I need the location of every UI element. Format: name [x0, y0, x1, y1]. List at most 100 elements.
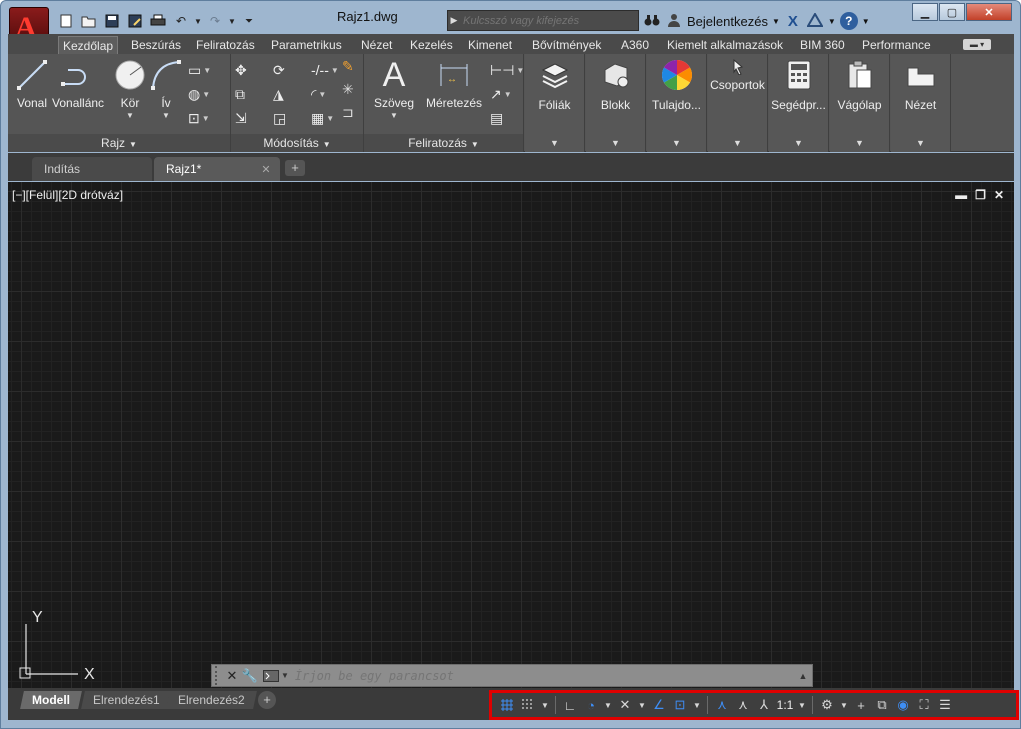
close-icon[interactable]: ✕ [261, 164, 270, 176]
block-panel[interactable]: Blokk ▼ [586, 54, 646, 152]
annotation-scale-icon[interactable]: ⅄ [755, 695, 773, 715]
chevron-down-icon[interactable]: ▼ [390, 111, 398, 120]
viewport-controls-label[interactable]: [−][Felül][2D drótváz] [12, 188, 123, 202]
file-tab-start[interactable]: Indítás [32, 157, 152, 181]
line-tool[interactable]: Vonal [14, 56, 50, 110]
scale-icon[interactable]: ◲ [273, 106, 311, 130]
ribbon-minimize-icon[interactable]: ▬ ▾ [963, 39, 991, 50]
tab-kiemelt-alkalmazasok[interactable]: Kiemelt alkalmazások [663, 36, 787, 54]
chevron-down-icon[interactable]: ▼ [839, 695, 849, 715]
customize-icon[interactable]: ⏷ [239, 12, 259, 30]
undo-dropdown-icon[interactable]: ▼ [194, 12, 202, 30]
tab-parametrikus[interactable]: Parametrikus [267, 36, 346, 54]
tab-a360[interactable]: A360 [617, 36, 653, 54]
drawing-canvas[interactable]: [−][Felül][2D drótváz] ▬ ❐ ✕ Y X [8, 182, 1014, 688]
chevron-down-icon[interactable]: ▼ [828, 17, 836, 26]
annotation-visibility-icon[interactable]: ⋏ [713, 695, 731, 715]
hatch-icon[interactable]: ◍ ▼ [188, 82, 228, 106]
offset-icon[interactable]: ⊐ [342, 104, 354, 121]
add-layout-button[interactable]: + [258, 691, 276, 709]
command-input[interactable] [288, 666, 794, 685]
command-prompt-icon[interactable]: ▼ [263, 669, 289, 682]
stretch-icon[interactable]: ⇲ [235, 106, 273, 130]
file-tab-current[interactable]: Rajz1* ✕ [154, 157, 280, 181]
mirror-icon[interactable]: ◮ [273, 82, 311, 106]
chevron-down-icon[interactable]: ▼ [162, 111, 170, 120]
close-icon[interactable]: ✕ [223, 668, 241, 684]
rectangle-icon[interactable]: ▭ ▼ [188, 58, 228, 82]
move-icon[interactable]: ✥ [235, 58, 273, 82]
menu-icon[interactable]: ☰ [936, 695, 954, 715]
layout-tab-2[interactable]: Elrendezés2 [166, 691, 257, 709]
tab-kezdolap[interactable]: Kezdőlap [58, 36, 119, 54]
arc-tool[interactable]: Ív ▼ [148, 56, 184, 120]
tab-beszuras[interactable]: Beszúrás [127, 36, 185, 54]
new-icon[interactable] [56, 12, 76, 30]
chevron-down-icon[interactable]: ▼ [797, 695, 807, 715]
maximize-button[interactable]: ▢ [939, 3, 965, 21]
chevron-down-icon[interactable]: ▼ [692, 695, 702, 715]
save-icon[interactable] [102, 12, 122, 30]
search-input[interactable] [460, 11, 638, 30]
binoculars-icon[interactable] [643, 13, 661, 30]
polyline-tool[interactable]: Vonallánc [52, 56, 104, 110]
chevron-down-icon[interactable]: ▼ [637, 695, 647, 715]
chevron-down-icon[interactable]: ▼ [126, 111, 134, 120]
autodesk-360-icon[interactable] [806, 11, 824, 30]
leader-icon[interactable]: ↗ ▼ [490, 82, 524, 106]
exchange-apps-icon[interactable]: X [784, 13, 802, 30]
isodraft-icon[interactable]: ✕ [616, 695, 634, 715]
linear-dim-icon[interactable]: ⊢⊣ ▼ [490, 58, 524, 82]
tab-bovitmenyek[interactable]: Bővítmények [528, 36, 605, 54]
saveas-icon[interactable] [125, 12, 145, 30]
close-icon[interactable]: ✕ [994, 188, 1004, 202]
isolate-icon[interactable]: ⧉ [873, 695, 891, 715]
chevron-up-icon[interactable]: ▲ [794, 671, 812, 681]
annotation-scale-value[interactable]: 1:1 [776, 695, 794, 715]
undo-icon[interactable]: ↶ [171, 12, 191, 30]
panel-title-annotation[interactable]: Feliratozás ▼ [364, 134, 523, 152]
chevron-down-icon[interactable]: ▼ [540, 695, 550, 715]
tab-feliratozas[interactable]: Feliratozás [192, 36, 259, 54]
print-icon[interactable] [148, 12, 168, 30]
minimize-icon[interactable]: ▬ [955, 188, 967, 202]
help-icon[interactable]: ? [839, 12, 858, 30]
panel-title-draw[interactable]: Rajz ▼ [8, 134, 230, 152]
table-icon[interactable]: ▤ [490, 106, 524, 130]
tab-kimenet[interactable]: Kimenet [464, 36, 516, 54]
groups-panel[interactable]: Csoportok ▼ [708, 54, 768, 152]
autoscale-icon[interactable]: ⋏ [734, 695, 752, 715]
minimize-button[interactable]: ▁ [912, 3, 938, 21]
ortho-icon[interactable]: ∟ [561, 695, 579, 715]
workspace-gear-icon[interactable]: ⚙ [818, 695, 836, 715]
tab-kezeles[interactable]: Kezelés [406, 36, 457, 54]
plus-icon[interactable]: + [852, 695, 870, 715]
open-icon[interactable] [79, 12, 99, 30]
dimension-tool[interactable]: ↔ Méretezés [426, 56, 482, 110]
layout-tab-model[interactable]: Modell [20, 691, 82, 709]
wrench-icon[interactable]: 🔧 [241, 668, 259, 684]
osnap-track-icon[interactable]: ∠ [650, 695, 668, 715]
explode-icon[interactable]: ✳ [342, 81, 354, 98]
osnap-icon[interactable]: ⊡ [671, 695, 689, 715]
signin-label[interactable]: Bejelentkezés [687, 14, 768, 29]
region-icon[interactable]: ⊡ ▼ [188, 106, 228, 130]
layout-tab-1[interactable]: Elrendezés1 [81, 691, 172, 709]
text-tool[interactable]: A Szöveg ▼ [374, 56, 414, 121]
grid-icon[interactable] [498, 695, 516, 715]
close-button[interactable]: ✕ [966, 3, 1012, 21]
rotate-icon[interactable]: ⟳ [273, 58, 311, 82]
hardware-accel-icon[interactable]: ◉ [894, 695, 912, 715]
drag-handle[interactable] [215, 666, 223, 685]
polar-icon[interactable]: ◔ [582, 695, 600, 715]
redo-dropdown-icon[interactable]: ▼ [228, 12, 236, 30]
tab-bim360[interactable]: BIM 360 [796, 36, 849, 54]
chevron-down-icon[interactable]: ▼ [603, 695, 613, 715]
properties-panel[interactable]: Tulajdo... ▼ [647, 54, 707, 152]
chevron-down-icon[interactable]: ▼ [862, 17, 870, 26]
erase-icon[interactable]: ✎ [342, 58, 354, 75]
chevron-down-icon[interactable]: ▼ [772, 17, 780, 26]
circle-tool[interactable]: Kör ▼ [112, 56, 148, 120]
tab-performance[interactable]: Performance [858, 36, 935, 54]
layers-panel[interactable]: Fóliák ▼ [525, 54, 585, 152]
